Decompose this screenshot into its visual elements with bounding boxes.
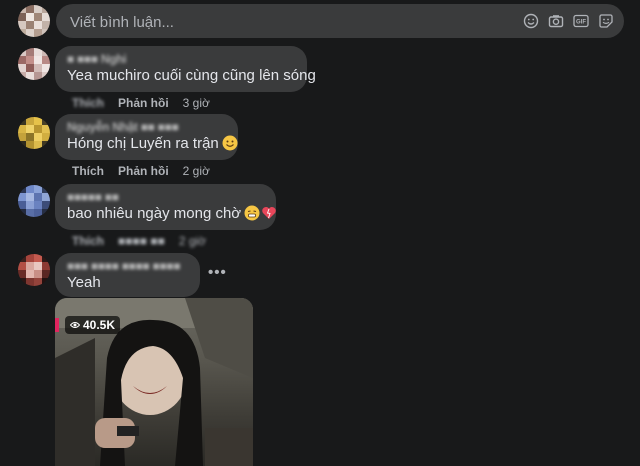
video-attachment[interactable]: 40.5K: [55, 298, 253, 466]
commenter-avatar[interactable]: [18, 117, 50, 149]
comment-text: bao nhiêu ngày mong chờ: [67, 204, 276, 224]
view-count: 40.5K: [83, 318, 116, 332]
grinning-face-emoji: [244, 205, 260, 221]
comment-timestamp[interactable]: 2 giờ: [183, 164, 210, 178]
comment-author[interactable]: ■ ■■■ Nghi: [67, 52, 295, 66]
comment-text: Yeah: [67, 274, 101, 291]
camera-icon[interactable]: [548, 13, 564, 29]
current-user-avatar[interactable]: [18, 5, 50, 37]
view-count-badge: 40.5K: [65, 316, 121, 334]
comment-timestamp[interactable]: 2 giờ: [179, 234, 206, 248]
comment-actions: Thích ■■■■ ■■ 2 giờ: [72, 234, 206, 248]
comment-composer[interactable]: GIF: [56, 4, 624, 40]
comment-author[interactable]: Nguyễn Nhật ■■ ■■■: [67, 120, 226, 134]
commenter-avatar[interactable]: [18, 185, 50, 217]
comment-author[interactable]: ■■■■■ ■■: [67, 190, 264, 204]
reply-button[interactable]: ■■■■ ■■: [118, 234, 165, 248]
smiling-face-emoji: [222, 135, 238, 151]
svg-text:GIF: GIF: [576, 20, 586, 26]
comment-bubble: Nguyễn Nhật ■■ ■■■ Hóng chị Luyến ra trậ…: [55, 114, 238, 160]
commenter-avatar[interactable]: [18, 254, 50, 286]
comment-actions: Thích Phản hồi 3 giờ: [72, 96, 210, 110]
live-indicator: [55, 318, 59, 332]
comment-bubble: ■■■■■ ■■ bao nhiêu ngày mong chờ: [55, 184, 276, 230]
comment-text: Hóng chị Luyến ra trận: [67, 134, 238, 154]
comment-author[interactable]: ■■■ ■■■■ ■■■■ ■■■■: [67, 259, 188, 273]
comment-bubble: ■ ■■■ Nghi Yea muchiro cuối cùng cũng lê…: [55, 46, 316, 92]
gif-icon[interactable]: GIF: [573, 13, 589, 29]
like-button[interactable]: Thích: [72, 164, 104, 178]
reply-button[interactable]: Phản hồi: [118, 96, 169, 110]
comment-bubble: ■■■ ■■■■ ■■■■ ■■■■ Yeah: [55, 253, 200, 297]
commenter-avatar[interactable]: [18, 48, 50, 80]
heart-emoji: [262, 207, 276, 219]
comment-timestamp[interactable]: 3 giờ: [183, 96, 210, 110]
more-options-button[interactable]: •••: [208, 264, 227, 281]
eye-icon: [70, 322, 80, 328]
like-button[interactable]: Thích: [72, 234, 104, 248]
emoji-icon[interactable]: [523, 13, 539, 29]
comment-input[interactable]: [68, 4, 472, 40]
reply-button[interactable]: Phản hồi: [118, 164, 169, 178]
sticker-icon[interactable]: [598, 13, 614, 29]
comment-text: Yea muchiro cuối cùng cũng lên sóng: [67, 67, 316, 84]
comment-actions: Thích Phản hồi 2 giờ: [72, 164, 210, 178]
like-button[interactable]: Thích: [72, 96, 104, 110]
